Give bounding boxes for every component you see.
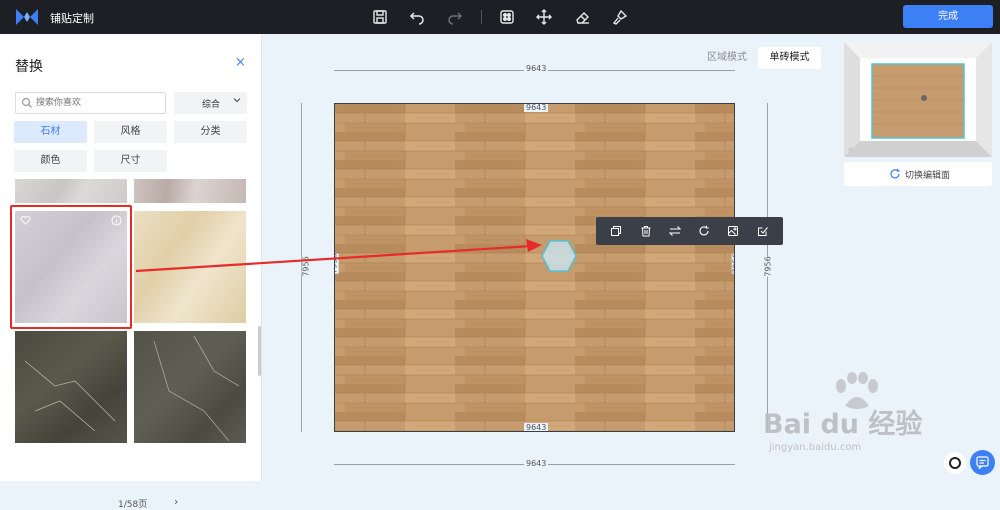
search-input[interactable] (36, 96, 161, 110)
sort-select[interactable]: 综合 (174, 92, 247, 114)
circle-icon (949, 457, 961, 469)
swap-icon[interactable] (669, 225, 681, 237)
dim-bottom-inner: 9643 (524, 423, 549, 432)
material-swatch[interactable] (15, 179, 127, 203)
delete-icon[interactable] (640, 225, 652, 237)
switch-edit-surface-button[interactable]: 切换编辑面 (844, 162, 992, 186)
chat-button[interactable] (970, 450, 995, 475)
toolbar-divider (481, 10, 482, 24)
panel-title: 替换 (15, 59, 43, 75)
dim-top-outer: 9643 (524, 64, 549, 73)
material-swatch[interactable] (15, 331, 127, 443)
filter-stone[interactable]: 石材 (14, 121, 87, 143)
app-title: 铺贴定制 (50, 12, 94, 25)
search-box[interactable] (15, 92, 166, 114)
move-icon[interactable] (535, 8, 553, 26)
page-indicator: 1/58页 (118, 500, 148, 510)
help-circle-button[interactable] (944, 452, 966, 474)
app-logo-icon (16, 9, 38, 25)
filter-category[interactable]: 分类 (174, 121, 247, 143)
eraser-icon[interactable] (573, 8, 591, 26)
material-swatch[interactable] (134, 331, 246, 443)
chat-icon (976, 456, 989, 469)
tab-single-tile-mode[interactable]: 单砖模式 (758, 47, 821, 69)
rotate-icon[interactable] (698, 225, 710, 237)
filter-style[interactable]: 风格 (94, 121, 167, 143)
done-button[interactable]: 完成 (903, 5, 993, 28)
square-dot-icon[interactable] (498, 8, 516, 26)
tab-area-mode[interactable]: 区域模式 (691, 47, 763, 69)
dim-right-outer: 7956 (763, 256, 773, 277)
filter-size[interactable]: 尺寸 (94, 150, 167, 172)
selection-highlight-box (10, 205, 132, 329)
search-icon (21, 97, 32, 108)
close-icon[interactable]: × (235, 55, 246, 70)
watermark-brand: Bai du 经验 (763, 409, 923, 440)
tile-action-toolbar (596, 217, 783, 245)
save-icon[interactable] (371, 8, 389, 26)
refresh-icon (890, 168, 900, 179)
brush-icon[interactable] (611, 8, 629, 26)
top-bar: 铺贴定制 完成 (0, 0, 1000, 34)
switch-edit-surface-label: 切换编辑面 (905, 171, 951, 181)
dim-bottom-outer: 9643 (524, 459, 549, 468)
copy-icon[interactable] (610, 225, 622, 237)
material-swatch[interactable] (134, 179, 246, 203)
room-minimap[interactable] (844, 42, 992, 157)
sort-select-label: 综合 (202, 100, 221, 110)
scrollbar[interactable] (258, 326, 261, 376)
baidu-watermark: Bai du 经验 jingyan.baidu.com (755, 372, 945, 462)
check-edit-icon[interactable] (757, 225, 769, 237)
filter-color[interactable]: 颜色 (14, 150, 87, 172)
image-icon[interactable] (727, 225, 739, 237)
dim-right-inner: 7956 (731, 253, 734, 274)
watermark-url: jingyan.baidu.com (769, 442, 862, 453)
undo-icon[interactable] (408, 8, 426, 26)
dim-top-inner: 9643 (524, 103, 549, 112)
chevron-down-icon (233, 98, 241, 103)
annotation-arrow (135, 239, 542, 273)
mode-tabs: 区域模式 单砖模式 (691, 47, 830, 69)
next-page-button[interactable]: › (174, 495, 178, 508)
redo-icon[interactable] (446, 8, 464, 26)
